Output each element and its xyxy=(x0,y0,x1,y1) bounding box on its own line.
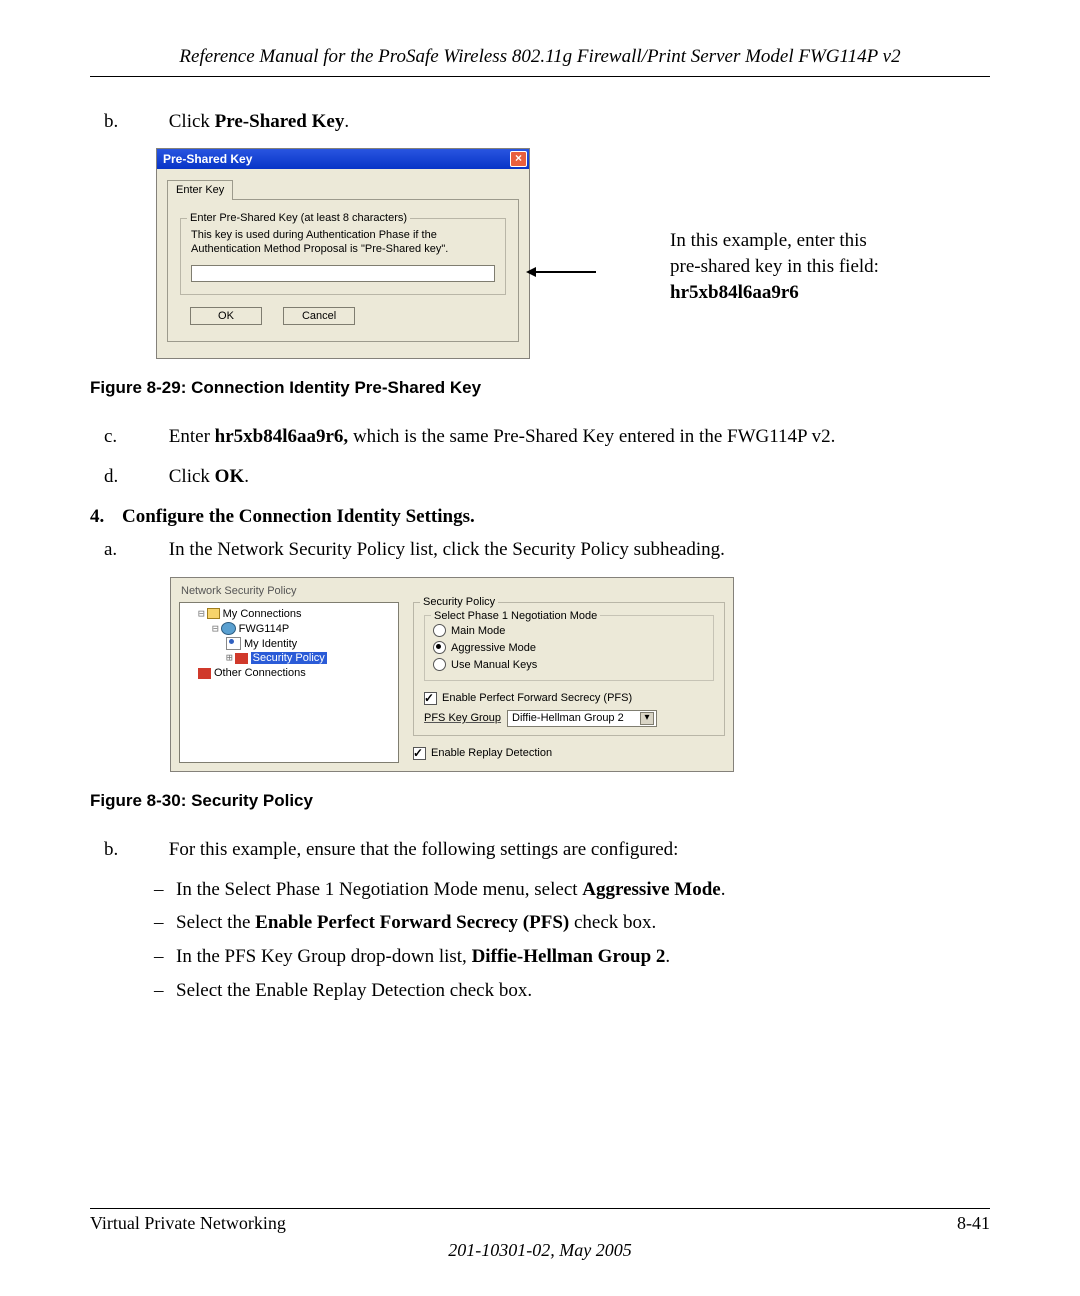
folder-icon xyxy=(207,608,220,619)
checkbox-replay-detection[interactable]: Enable Replay Detection xyxy=(413,746,725,761)
sp-group-security-policy: Security Policy Select Phase 1 Negotiati… xyxy=(413,602,725,736)
step-4: 4.Configure the Connection Identity Sett… xyxy=(90,504,990,530)
identity-icon xyxy=(226,637,241,650)
lock-icon xyxy=(235,653,248,664)
chevron-down-icon: ▾ xyxy=(640,712,654,725)
figure-8-29: Pre-Shared Key × Enter Key Enter Pre-Sha… xyxy=(156,148,990,359)
psk-note: This key is used during Authentication P… xyxy=(191,229,495,257)
content: b. Click Pre-Shared Key. Pre-Shared Key … xyxy=(90,109,990,1004)
step-b: b. Click Pre-Shared Key. xyxy=(136,109,990,135)
footer-rule xyxy=(90,1208,990,1209)
pfs-key-group-select[interactable]: Diffie-Hellman Group 2 ▾ xyxy=(507,710,657,727)
tree-fwg114p[interactable]: ⊟FWG114P My Identity ⊞Security Policy xyxy=(212,622,394,667)
ok-button[interactable]: OK xyxy=(190,307,262,326)
footer: Virtual Private Networking 8-41 201-1030… xyxy=(90,1208,990,1262)
psk-input[interactable] xyxy=(191,265,495,282)
psk-group-legend: Enter Pre-Shared Key (at least 8 charact… xyxy=(187,211,410,226)
figure-8-30-caption: Figure 8-30: Security Policy xyxy=(90,790,990,813)
pfs-key-group-label: PFS Key Group xyxy=(424,711,501,726)
annotation-arrow xyxy=(526,207,598,337)
tree-other-connections[interactable]: Other Connections xyxy=(198,666,394,681)
header-rule xyxy=(90,76,990,77)
footer-section: Virtual Private Networking xyxy=(90,1211,286,1235)
psk-groupbox: Enter Pre-Shared Key (at least 8 charact… xyxy=(180,218,506,295)
dash-item: In the Select Phase 1 Negotiation Mode m… xyxy=(154,877,990,903)
psk-dialog: Pre-Shared Key × Enter Key Enter Pre-Sha… xyxy=(156,148,530,359)
tree-my-identity[interactable]: My Identity xyxy=(226,637,394,652)
checkbox-pfs[interactable]: Enable Perfect Forward Secrecy (PFS) xyxy=(424,691,714,706)
globe-icon xyxy=(221,622,236,635)
psk-title: Pre-Shared Key xyxy=(163,151,252,167)
security-policy-window: Network Security Policy ⊟My Connections … xyxy=(170,577,734,772)
lock-icon xyxy=(198,668,211,679)
psk-tab-enter-key[interactable]: Enter Key xyxy=(167,180,233,200)
document-version: 201-10301-02, May 2005 xyxy=(90,1238,990,1262)
step-4a: a. In the Network Security Policy list, … xyxy=(136,537,990,563)
step-c: c. Enter hr5xb84l6aa9r6, which is the sa… xyxy=(136,424,990,450)
figure-8-29-caption: Figure 8-29: Connection Identity Pre-Sha… xyxy=(90,377,990,400)
dash-item: Select the Enable Replay Detection check… xyxy=(154,978,990,1004)
page-number: 8-41 xyxy=(957,1211,990,1235)
annotation-text: In this example, enter this pre-shared k… xyxy=(670,228,879,305)
radio-use-manual-keys[interactable]: Use Manual Keys xyxy=(433,658,705,673)
figure-8-30: Network Security Policy ⊟My Connections … xyxy=(170,577,990,772)
tree-my-connections[interactable]: ⊟My Connections ⊟FWG114P My Identity ⊞Se… xyxy=(198,607,394,666)
running-header: Reference Manual for the ProSafe Wireles… xyxy=(90,44,990,70)
radio-main-mode[interactable]: Main Mode xyxy=(433,624,705,639)
settings-list: In the Select Phase 1 Negotiation Mode m… xyxy=(90,877,990,1004)
cancel-button[interactable]: Cancel xyxy=(283,307,355,326)
tree-security-policy[interactable]: ⊞Security Policy xyxy=(226,651,394,666)
dash-item: In the PFS Key Group drop-down list, Dif… xyxy=(154,944,990,970)
step-4b: b. For this example, ensure that the fol… xyxy=(136,837,990,863)
sp-tree[interactable]: ⊟My Connections ⊟FWG114P My Identity ⊞Se… xyxy=(179,602,399,763)
psk-titlebar: Pre-Shared Key × xyxy=(157,149,529,169)
radio-aggressive-mode[interactable]: Aggressive Mode xyxy=(433,641,705,656)
sp-group-phase1: Select Phase 1 Negotiation Mode Main Mod… xyxy=(424,615,714,682)
dash-item: Select the Enable Perfect Forward Secrec… xyxy=(154,910,990,936)
page: Reference Manual for the ProSafe Wireles… xyxy=(0,0,1080,1296)
step-d: d. Click OK. xyxy=(136,464,990,490)
close-icon[interactable]: × xyxy=(510,151,527,167)
